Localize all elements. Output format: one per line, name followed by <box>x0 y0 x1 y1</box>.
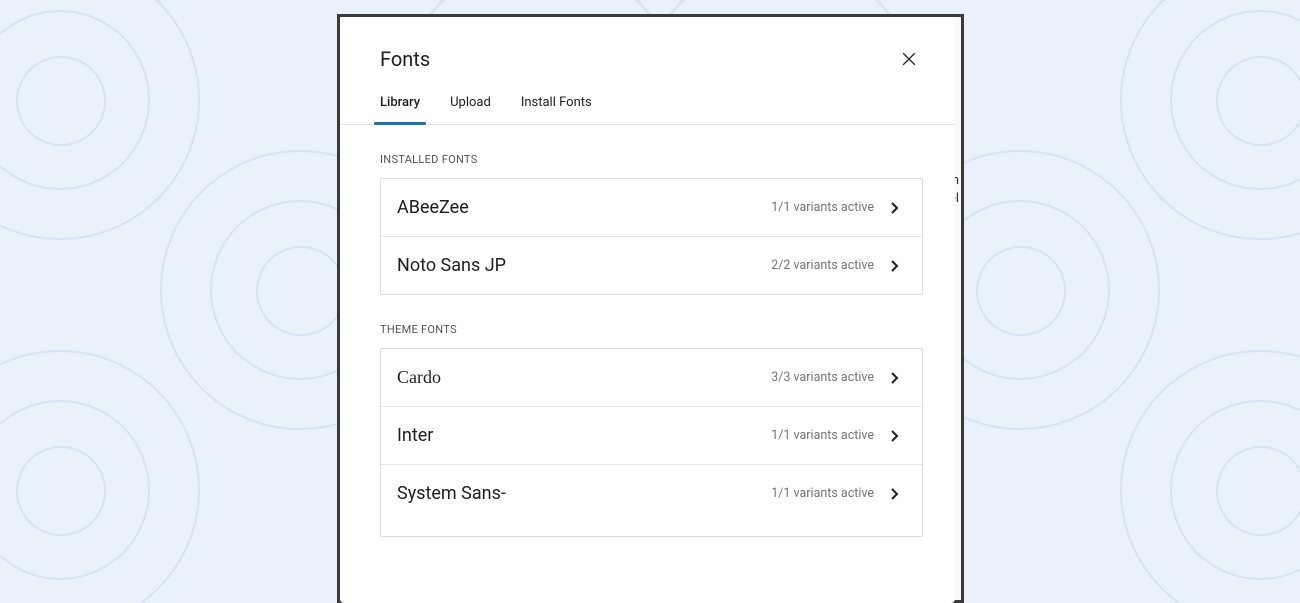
font-row-inter[interactable]: Inter 1/1 variants active <box>381 407 922 465</box>
tab-upload[interactable]: Upload <box>450 83 491 124</box>
font-name: ABeeZee <box>397 197 469 218</box>
tab-library[interactable]: Library <box>380 83 420 124</box>
font-row-system-sans[interactable]: System Sans- 1/1 variants active <box>381 465 922 536</box>
close-button[interactable] <box>895 45 923 73</box>
close-icon <box>899 49 919 69</box>
modal-title: Fonts <box>380 47 430 71</box>
modal-body: INSTALLED FONTS ABeeZee 1/1 variants act… <box>340 125 955 581</box>
modal-header: Fonts <box>340 17 955 83</box>
variants-text: 1/1 variants active <box>771 486 874 501</box>
font-row-cardo[interactable]: Cardo 3/3 variants active <box>381 349 922 407</box>
variants-text: 1/1 variants active <box>771 200 874 215</box>
variants-text: 2/2 variants active <box>771 258 874 273</box>
variants-text: 1/1 variants active <box>771 428 874 443</box>
chevron-right-icon <box>886 257 904 275</box>
variants-text: 3/3 variants active <box>771 370 874 385</box>
fonts-modal: Fonts Library Upload Install Fonts INSTA… <box>340 17 955 603</box>
chevron-right-icon <box>886 427 904 445</box>
tabs: Library Upload Install Fonts <box>340 83 955 125</box>
font-name: System Sans- <box>397 483 506 504</box>
chevron-right-icon <box>886 485 904 503</box>
theme-fonts-list: Cardo 3/3 variants active Inter 1/1 vari… <box>380 348 923 537</box>
font-name: Cardo <box>397 367 441 388</box>
font-row-noto-sans-jp[interactable]: Noto Sans JP 2/2 variants active <box>381 237 922 294</box>
font-name: Noto Sans JP <box>397 255 506 276</box>
section-label-installed: INSTALLED FONTS <box>380 153 923 166</box>
tab-install-fonts[interactable]: Install Fonts <box>521 83 592 124</box>
font-name: Inter <box>397 425 433 446</box>
font-row-abeezee[interactable]: ABeeZee 1/1 variants active <box>381 179 922 237</box>
installed-fonts-list: ABeeZee 1/1 variants active Noto Sans JP… <box>380 178 923 295</box>
chevron-right-icon <box>886 199 904 217</box>
section-label-theme: THEME FONTS <box>380 323 923 336</box>
chevron-right-icon <box>886 369 904 387</box>
